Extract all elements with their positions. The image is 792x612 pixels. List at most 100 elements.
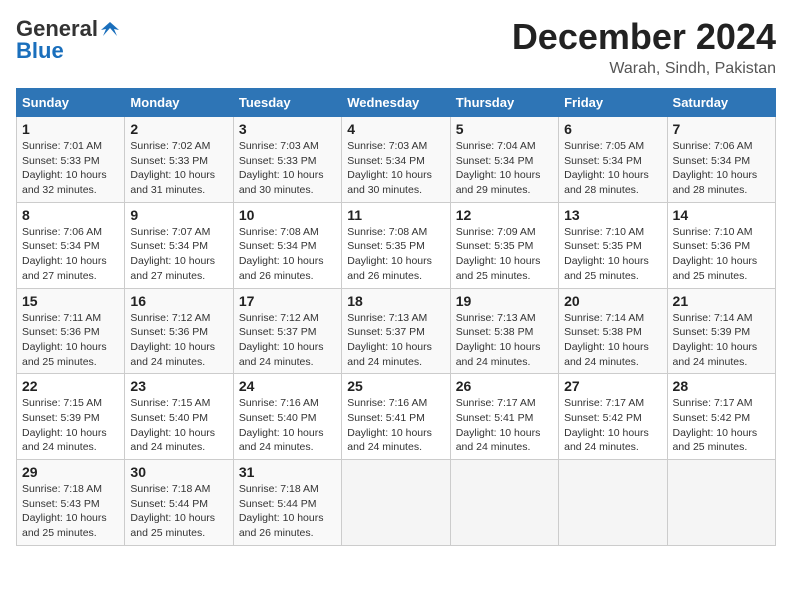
calendar-table: SundayMondayTuesdayWednesdayThursdayFrid… <box>16 88 776 546</box>
day-cell: 31 Sunrise: 7:18 AM Sunset: 5:44 PM Dayl… <box>233 460 341 546</box>
day-detail: Sunrise: 7:17 AM Sunset: 5:42 PM Dayligh… <box>673 396 770 455</box>
day-number: 12 <box>456 207 553 223</box>
column-header-thursday: Thursday <box>450 89 558 117</box>
day-detail: Sunrise: 7:10 AM Sunset: 5:36 PM Dayligh… <box>673 225 770 284</box>
day-detail: Sunrise: 7:06 AM Sunset: 5:34 PM Dayligh… <box>673 139 770 198</box>
day-detail: Sunrise: 7:11 AM Sunset: 5:36 PM Dayligh… <box>22 311 119 370</box>
logo-bird-icon <box>99 20 121 38</box>
day-number: 7 <box>673 121 770 137</box>
day-detail: Sunrise: 7:13 AM Sunset: 5:38 PM Dayligh… <box>456 311 553 370</box>
day-cell: 7 Sunrise: 7:06 AM Sunset: 5:34 PM Dayli… <box>667 117 775 203</box>
day-cell: 14 Sunrise: 7:10 AM Sunset: 5:36 PM Dayl… <box>667 202 775 288</box>
day-cell: 21 Sunrise: 7:14 AM Sunset: 5:39 PM Dayl… <box>667 288 775 374</box>
day-detail: Sunrise: 7:07 AM Sunset: 5:34 PM Dayligh… <box>130 225 227 284</box>
day-number: 15 <box>22 293 119 309</box>
day-detail: Sunrise: 7:10 AM Sunset: 5:35 PM Dayligh… <box>564 225 661 284</box>
day-detail: Sunrise: 7:01 AM Sunset: 5:33 PM Dayligh… <box>22 139 119 198</box>
column-header-wednesday: Wednesday <box>342 89 450 117</box>
day-detail: Sunrise: 7:12 AM Sunset: 5:36 PM Dayligh… <box>130 311 227 370</box>
day-cell <box>450 460 558 546</box>
day-number: 30 <box>130 464 227 480</box>
day-cell: 3 Sunrise: 7:03 AM Sunset: 5:33 PM Dayli… <box>233 117 341 203</box>
day-cell: 29 Sunrise: 7:18 AM Sunset: 5:43 PM Dayl… <box>17 460 125 546</box>
day-cell: 10 Sunrise: 7:08 AM Sunset: 5:34 PM Dayl… <box>233 202 341 288</box>
day-detail: Sunrise: 7:14 AM Sunset: 5:38 PM Dayligh… <box>564 311 661 370</box>
day-number: 31 <box>239 464 336 480</box>
day-detail: Sunrise: 7:14 AM Sunset: 5:39 PM Dayligh… <box>673 311 770 370</box>
logo: General Blue <box>16 16 122 64</box>
day-detail: Sunrise: 7:12 AM Sunset: 5:37 PM Dayligh… <box>239 311 336 370</box>
title-area: December 2024 Warah, Sindh, Pakistan <box>512 16 776 78</box>
day-cell: 20 Sunrise: 7:14 AM Sunset: 5:38 PM Dayl… <box>559 288 667 374</box>
day-number: 4 <box>347 121 444 137</box>
day-cell: 22 Sunrise: 7:15 AM Sunset: 5:39 PM Dayl… <box>17 374 125 460</box>
day-number: 6 <box>564 121 661 137</box>
day-detail: Sunrise: 7:18 AM Sunset: 5:44 PM Dayligh… <box>130 482 227 541</box>
day-detail: Sunrise: 7:18 AM Sunset: 5:44 PM Dayligh… <box>239 482 336 541</box>
day-number: 28 <box>673 378 770 394</box>
day-number: 21 <box>673 293 770 309</box>
page-header: General Blue December 2024 Warah, Sindh,… <box>16 16 776 78</box>
day-number: 29 <box>22 464 119 480</box>
column-header-saturday: Saturday <box>667 89 775 117</box>
week-row-5: 29 Sunrise: 7:18 AM Sunset: 5:43 PM Dayl… <box>17 460 776 546</box>
day-detail: Sunrise: 7:17 AM Sunset: 5:41 PM Dayligh… <box>456 396 553 455</box>
day-number: 9 <box>130 207 227 223</box>
day-detail: Sunrise: 7:08 AM Sunset: 5:34 PM Dayligh… <box>239 225 336 284</box>
calendar-header-row: SundayMondayTuesdayWednesdayThursdayFrid… <box>17 89 776 117</box>
day-cell: 26 Sunrise: 7:17 AM Sunset: 5:41 PM Dayl… <box>450 374 558 460</box>
column-header-monday: Monday <box>125 89 233 117</box>
day-detail: Sunrise: 7:09 AM Sunset: 5:35 PM Dayligh… <box>456 225 553 284</box>
column-header-sunday: Sunday <box>17 89 125 117</box>
column-header-tuesday: Tuesday <box>233 89 341 117</box>
day-cell <box>342 460 450 546</box>
day-detail: Sunrise: 7:16 AM Sunset: 5:40 PM Dayligh… <box>239 396 336 455</box>
day-detail: Sunrise: 7:13 AM Sunset: 5:37 PM Dayligh… <box>347 311 444 370</box>
day-cell <box>559 460 667 546</box>
day-detail: Sunrise: 7:16 AM Sunset: 5:41 PM Dayligh… <box>347 396 444 455</box>
day-number: 19 <box>456 293 553 309</box>
day-detail: Sunrise: 7:15 AM Sunset: 5:40 PM Dayligh… <box>130 396 227 455</box>
day-detail: Sunrise: 7:15 AM Sunset: 5:39 PM Dayligh… <box>22 396 119 455</box>
day-cell: 18 Sunrise: 7:13 AM Sunset: 5:37 PM Dayl… <box>342 288 450 374</box>
day-cell: 15 Sunrise: 7:11 AM Sunset: 5:36 PM Dayl… <box>17 288 125 374</box>
month-title: December 2024 <box>512 16 776 58</box>
day-cell: 13 Sunrise: 7:10 AM Sunset: 5:35 PM Dayl… <box>559 202 667 288</box>
week-row-2: 8 Sunrise: 7:06 AM Sunset: 5:34 PM Dayli… <box>17 202 776 288</box>
day-cell: 9 Sunrise: 7:07 AM Sunset: 5:34 PM Dayli… <box>125 202 233 288</box>
day-detail: Sunrise: 7:05 AM Sunset: 5:34 PM Dayligh… <box>564 139 661 198</box>
day-number: 2 <box>130 121 227 137</box>
day-number: 26 <box>456 378 553 394</box>
day-detail: Sunrise: 7:04 AM Sunset: 5:34 PM Dayligh… <box>456 139 553 198</box>
day-number: 17 <box>239 293 336 309</box>
day-cell: 27 Sunrise: 7:17 AM Sunset: 5:42 PM Dayl… <box>559 374 667 460</box>
day-cell: 25 Sunrise: 7:16 AM Sunset: 5:41 PM Dayl… <box>342 374 450 460</box>
day-number: 16 <box>130 293 227 309</box>
column-header-friday: Friday <box>559 89 667 117</box>
day-detail: Sunrise: 7:17 AM Sunset: 5:42 PM Dayligh… <box>564 396 661 455</box>
day-cell: 4 Sunrise: 7:03 AM Sunset: 5:34 PM Dayli… <box>342 117 450 203</box>
logo-blue: Blue <box>16 38 64 64</box>
day-cell <box>667 460 775 546</box>
day-number: 18 <box>347 293 444 309</box>
week-row-1: 1 Sunrise: 7:01 AM Sunset: 5:33 PM Dayli… <box>17 117 776 203</box>
day-detail: Sunrise: 7:06 AM Sunset: 5:34 PM Dayligh… <box>22 225 119 284</box>
day-number: 22 <box>22 378 119 394</box>
day-cell: 23 Sunrise: 7:15 AM Sunset: 5:40 PM Dayl… <box>125 374 233 460</box>
day-number: 11 <box>347 207 444 223</box>
day-cell: 12 Sunrise: 7:09 AM Sunset: 5:35 PM Dayl… <box>450 202 558 288</box>
day-cell: 16 Sunrise: 7:12 AM Sunset: 5:36 PM Dayl… <box>125 288 233 374</box>
day-number: 20 <box>564 293 661 309</box>
week-row-4: 22 Sunrise: 7:15 AM Sunset: 5:39 PM Dayl… <box>17 374 776 460</box>
day-number: 8 <box>22 207 119 223</box>
day-detail: Sunrise: 7:03 AM Sunset: 5:34 PM Dayligh… <box>347 139 444 198</box>
day-number: 13 <box>564 207 661 223</box>
day-detail: Sunrise: 7:02 AM Sunset: 5:33 PM Dayligh… <box>130 139 227 198</box>
day-number: 1 <box>22 121 119 137</box>
day-cell: 2 Sunrise: 7:02 AM Sunset: 5:33 PM Dayli… <box>125 117 233 203</box>
day-detail: Sunrise: 7:18 AM Sunset: 5:43 PM Dayligh… <box>22 482 119 541</box>
day-number: 14 <box>673 207 770 223</box>
day-detail: Sunrise: 7:08 AM Sunset: 5:35 PM Dayligh… <box>347 225 444 284</box>
day-detail: Sunrise: 7:03 AM Sunset: 5:33 PM Dayligh… <box>239 139 336 198</box>
day-cell: 8 Sunrise: 7:06 AM Sunset: 5:34 PM Dayli… <box>17 202 125 288</box>
